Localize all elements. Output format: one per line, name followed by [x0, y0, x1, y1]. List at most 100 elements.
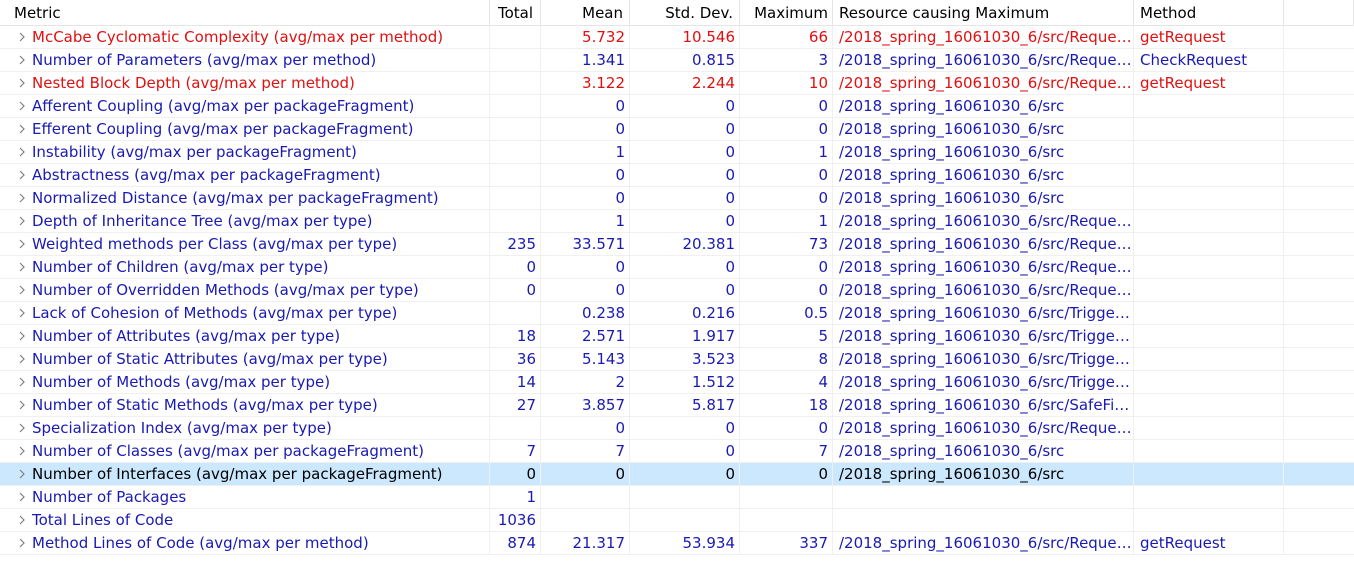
chevron-right-icon[interactable] — [14, 78, 30, 88]
table-row[interactable]: Number of Classes (avg/max per packageFr… — [0, 440, 1354, 463]
total-cell: 1036 — [490, 509, 541, 531]
metric-name: Number of Classes (avg/max per packageFr… — [32, 442, 424, 460]
chevron-right-icon[interactable] — [14, 354, 30, 364]
table-row[interactable]: Afferent Coupling (avg/max per packageFr… — [0, 95, 1354, 118]
std-dev-value: 1.917 — [692, 327, 735, 345]
column-header-total[interactable]: Total — [490, 0, 541, 25]
chevron-right-icon[interactable] — [14, 377, 30, 387]
table-row[interactable]: Number of Children (avg/max per type) 0 … — [0, 256, 1354, 279]
metric-name: Afferent Coupling (avg/max per packageFr… — [32, 97, 415, 115]
chevron-right-icon[interactable] — [14, 331, 30, 341]
table-row[interactable]: Depth of Inheritance Tree (avg/max per t… — [0, 210, 1354, 233]
metric-name: McCabe Cyclomatic Complexity (avg/max pe… — [32, 28, 444, 46]
total-cell — [490, 118, 541, 140]
metric-cell: Method Lines of Code (avg/max per method… — [0, 532, 490, 554]
method-value: getRequest — [1140, 534, 1226, 552]
resource-value: /2018_spring_16061030_6/src/Reques... — [839, 419, 1133, 437]
column-header-std-dev[interactable]: Std. Dev. — [630, 0, 740, 25]
chevron-right-icon[interactable] — [14, 32, 30, 42]
table-row[interactable]: Total Lines of Code 1036 — [0, 509, 1354, 532]
method-cell: getRequest — [1134, 72, 1284, 94]
table-row[interactable]: Nested Block Depth (avg/max per method) … — [0, 72, 1354, 95]
metric-cell: Abstractness (avg/max per packageFragmen… — [0, 164, 490, 186]
chevron-right-icon[interactable] — [14, 216, 30, 226]
column-header-resource[interactable]: Resource causing Maximum — [833, 0, 1134, 25]
column-header-maximum[interactable]: Maximum — [740, 0, 833, 25]
chevron-right-icon[interactable] — [14, 124, 30, 134]
table-row[interactable]: Lack of Cohesion of Methods (avg/max per… — [0, 302, 1354, 325]
mean-cell: 0.238 — [541, 302, 630, 324]
std-dev-cell: 20.381 — [630, 233, 740, 255]
resource-value: /2018_spring_16061030_6/src/Trigger... — [839, 304, 1133, 322]
table-row[interactable]: McCabe Cyclomatic Complexity (avg/max pe… — [0, 26, 1354, 49]
table-row[interactable]: Specialization Index (avg/max per type) … — [0, 417, 1354, 440]
maximum-value: 7 — [818, 442, 828, 460]
table-row[interactable]: Normalized Distance (avg/max per package… — [0, 187, 1354, 210]
table-row[interactable]: Instability (avg/max per packageFragment… — [0, 141, 1354, 164]
std-dev-cell: 0 — [630, 417, 740, 439]
table-row[interactable]: Number of Static Methods (avg/max per ty… — [0, 394, 1354, 417]
std-dev-value: 1.512 — [692, 373, 735, 391]
chevron-right-icon[interactable] — [14, 469, 30, 479]
resource-value: /2018_spring_16061030_6/src/SafeFile... — [839, 396, 1133, 414]
maximum-value: 5 — [818, 327, 828, 345]
mean-value: 0 — [615, 97, 625, 115]
chevron-right-icon[interactable] — [14, 193, 30, 203]
resource-cell: /2018_spring_16061030_6/src/Reques... — [833, 26, 1134, 48]
std-dev-value: 20.381 — [682, 235, 736, 253]
table-row[interactable]: Number of Interfaces (avg/max per packag… — [0, 463, 1354, 486]
chevron-right-icon[interactable] — [14, 538, 30, 548]
mean-cell: 7 — [541, 440, 630, 462]
method-cell — [1134, 279, 1284, 301]
chevron-right-icon[interactable] — [14, 262, 30, 272]
filler-cell — [1284, 302, 1354, 324]
chevron-right-icon[interactable] — [14, 101, 30, 111]
total-cell — [490, 164, 541, 186]
chevron-right-icon[interactable] — [14, 170, 30, 180]
chevron-right-icon[interactable] — [14, 492, 30, 502]
resource-cell: /2018_spring_16061030_6/src/Reques... — [833, 233, 1134, 255]
chevron-right-icon[interactable] — [14, 423, 30, 433]
resource-cell: /2018_spring_16061030_6/src/Reques... — [833, 49, 1134, 71]
metric-name: Depth of Inheritance Tree (avg/max per t… — [32, 212, 373, 230]
mean-cell: 3.122 — [541, 72, 630, 94]
chevron-right-icon[interactable] — [14, 515, 30, 525]
column-header-method[interactable]: Method — [1134, 0, 1284, 25]
table-row[interactable]: Number of Static Attributes (avg/max per… — [0, 348, 1354, 371]
table-row[interactable]: Efferent Coupling (avg/max per packageFr… — [0, 118, 1354, 141]
resource-cell — [833, 486, 1134, 508]
method-cell — [1134, 256, 1284, 278]
column-header-metric[interactable]: Metric — [0, 0, 490, 25]
chevron-right-icon[interactable] — [14, 239, 30, 249]
metric-cell: Efferent Coupling (avg/max per packageFr… — [0, 118, 490, 140]
chevron-right-icon[interactable] — [14, 446, 30, 456]
filler-cell — [1284, 486, 1354, 508]
std-dev-cell: 0 — [630, 141, 740, 163]
table-row[interactable]: Abstractness (avg/max per packageFragmen… — [0, 164, 1354, 187]
resource-value: /2018_spring_16061030_6/src/Reques... — [839, 28, 1133, 46]
table-row[interactable]: Number of Attributes (avg/max per type) … — [0, 325, 1354, 348]
std-dev-value: 2.244 — [692, 74, 735, 92]
maximum-cell: 73 — [740, 233, 833, 255]
table-row[interactable]: Number of Packages 1 — [0, 486, 1354, 509]
resource-cell: /2018_spring_16061030_6/src/Trigger... — [833, 348, 1134, 370]
table-row[interactable]: Number of Methods (avg/max per type) 14 … — [0, 371, 1354, 394]
mean-cell: 1 — [541, 141, 630, 163]
std-dev-cell: 0 — [630, 210, 740, 232]
table-row[interactable]: Method Lines of Code (avg/max per method… — [0, 532, 1354, 555]
filler-cell — [1284, 532, 1354, 554]
chevron-right-icon[interactable] — [14, 308, 30, 318]
column-header-mean[interactable]: Mean — [541, 0, 630, 25]
chevron-right-icon[interactable] — [14, 147, 30, 157]
table-row[interactable]: Number of Overridden Methods (avg/max pe… — [0, 279, 1354, 302]
std-dev-cell: 0 — [630, 256, 740, 278]
metric-name: Number of Static Methods (avg/max per ty… — [32, 396, 378, 414]
chevron-right-icon[interactable] — [14, 400, 30, 410]
mean-cell — [541, 486, 630, 508]
table-row[interactable]: Weighted methods per Class (avg/max per … — [0, 233, 1354, 256]
chevron-right-icon[interactable] — [14, 285, 30, 295]
resource-value: /2018_spring_16061030_6/src — [839, 189, 1065, 207]
mean-cell: 0 — [541, 463, 630, 485]
chevron-right-icon[interactable] — [14, 55, 30, 65]
table-row[interactable]: Number of Parameters (avg/max per method… — [0, 49, 1354, 72]
